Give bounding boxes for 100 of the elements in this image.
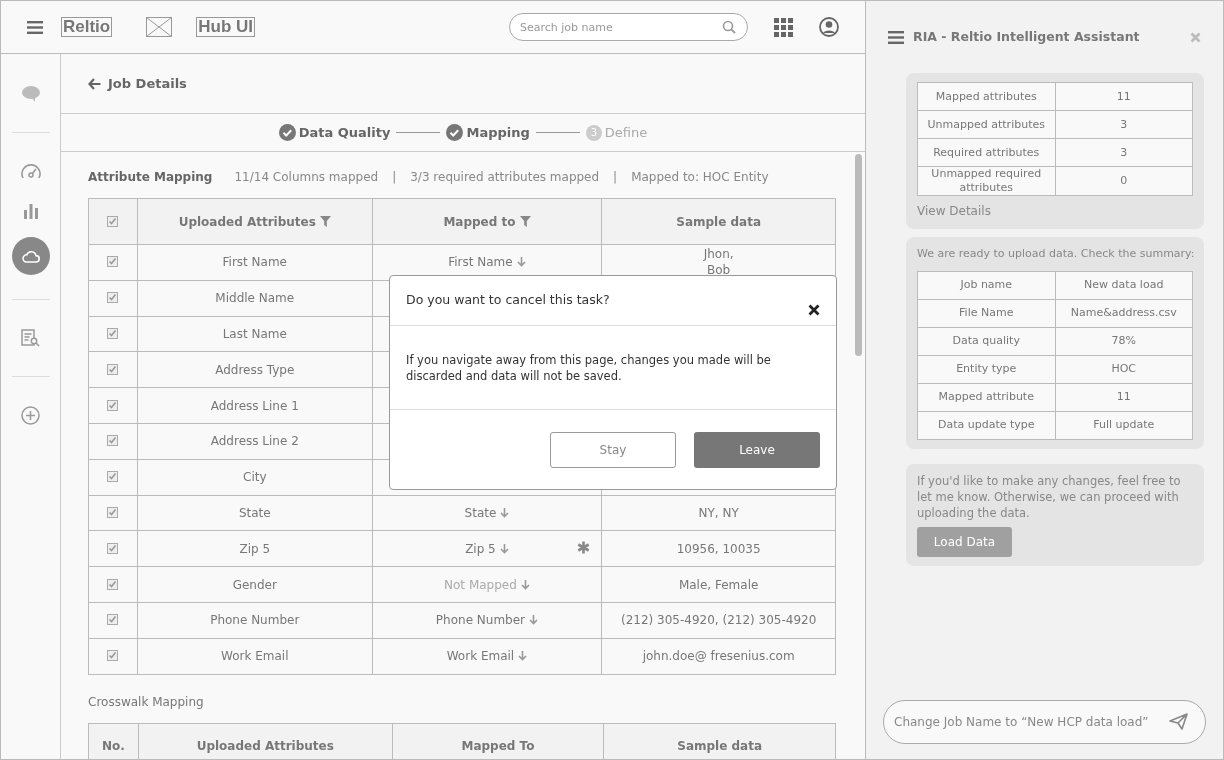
down-arrow-icon[interactable] bbox=[499, 543, 509, 554]
back-arrow-icon[interactable] bbox=[88, 77, 101, 90]
dialog-button[interactable]: Stay bbox=[550, 431, 676, 468]
section-title: Attribute Mapping bbox=[88, 169, 213, 186]
table-cell: Male, Female bbox=[601, 566, 836, 603]
step-label[interactable]: Define bbox=[604, 122, 648, 143]
column-header: No. bbox=[88, 723, 139, 759]
checkbox[interactable] bbox=[107, 399, 119, 411]
down-arrow-icon[interactable] bbox=[520, 579, 530, 590]
nav-item[interactable] bbox=[11, 237, 50, 275]
bar-chart-icon bbox=[22, 203, 39, 219]
stat-text: 11/14 Columns mapped bbox=[234, 169, 379, 186]
column-header[interactable]: Sample data bbox=[601, 198, 836, 245]
add-circle-icon bbox=[21, 405, 40, 425]
checkbox[interactable] bbox=[107, 471, 119, 483]
close-icon[interactable] bbox=[808, 303, 820, 316]
checkbox[interactable] bbox=[107, 435, 119, 447]
checkbox[interactable] bbox=[107, 650, 119, 662]
checkbox[interactable] bbox=[107, 256, 119, 268]
checkbox[interactable] bbox=[107, 542, 119, 554]
checkbox[interactable] bbox=[107, 215, 119, 227]
checkbox[interactable] bbox=[107, 614, 119, 626]
stat-text: 3/3 required attributes mapped bbox=[410, 169, 600, 186]
step-label[interactable]: Mapping bbox=[466, 122, 530, 143]
table-cell: Job name bbox=[917, 271, 1055, 299]
menu-icon[interactable] bbox=[888, 31, 904, 44]
dialog-button[interactable]: Leave bbox=[694, 431, 820, 468]
checkbox[interactable] bbox=[107, 363, 119, 375]
table-cell: Last Name bbox=[137, 316, 373, 352]
table-cell: File Name bbox=[917, 299, 1055, 327]
table-cell: Name&address.csv bbox=[1055, 299, 1193, 327]
cloud-icon bbox=[21, 249, 40, 263]
view-details-link[interactable]: View Details bbox=[917, 202, 991, 220]
down-arrow-icon[interactable] bbox=[529, 615, 539, 626]
table-cell: Address Line 1 bbox=[137, 387, 373, 424]
user-avatar-icon[interactable] bbox=[819, 17, 839, 37]
column-header: Sample data bbox=[603, 723, 836, 759]
table-cell: john.doe@ fresenius.com bbox=[601, 638, 836, 675]
column-header: Mapped To bbox=[392, 723, 604, 759]
checkbox[interactable] bbox=[107, 506, 119, 518]
table-cell: Data quality bbox=[917, 327, 1055, 355]
scrollbar-thumb[interactable] bbox=[855, 154, 862, 356]
table-cell: Middle Name bbox=[137, 280, 373, 317]
chat-bubble-icon bbox=[20, 85, 41, 103]
table-cell: (212) 305-4920, (212) 305-4920 bbox=[601, 602, 836, 639]
check-circle-icon bbox=[278, 124, 296, 141]
table-cell: First Name bbox=[137, 244, 373, 281]
table-cell: Data update type bbox=[917, 411, 1055, 439]
table-cell: Unmapped attributes bbox=[917, 110, 1055, 139]
filter-icon[interactable] bbox=[319, 216, 331, 227]
table-cell: 0 bbox=[1055, 166, 1193, 196]
image-placeholder-icon bbox=[146, 17, 173, 37]
table-cell: 3 bbox=[1055, 110, 1193, 139]
search-icon[interactable] bbox=[722, 20, 736, 34]
table-cell: Unmapped required attributes bbox=[917, 166, 1055, 196]
table-cell: Mapped attributes bbox=[917, 82, 1055, 111]
table-cell: Work Email bbox=[137, 638, 373, 675]
gauge-icon bbox=[19, 162, 42, 180]
table-cell: 3 bbox=[1055, 138, 1193, 167]
table-cell: HOC bbox=[1055, 355, 1193, 383]
apps-grid-icon[interactable] bbox=[774, 17, 793, 37]
table-cell: 10956, 10035 bbox=[601, 530, 836, 567]
message-text: If you'd like to make any changes, feel free to let me know. Otherwise, we can proceed with uploading the data. bbox=[917, 472, 1182, 521]
step-label[interactable]: Data Quality bbox=[298, 122, 391, 143]
chat-input[interactable]: Change Job Name to “New HCP data load” bbox=[883, 700, 1206, 744]
down-arrow-icon[interactable] bbox=[500, 507, 510, 518]
table-cell: Phone Number bbox=[137, 602, 373, 639]
document-search-icon bbox=[21, 329, 40, 347]
stat-text: | bbox=[392, 169, 397, 186]
table-cell: New data load bbox=[1055, 271, 1193, 299]
table-cell: 78% bbox=[1055, 327, 1193, 355]
dialog-message: If you navigate away from this page, changes you made will be discarded and data will not be saved. bbox=[406, 351, 772, 384]
table-cell: 11 bbox=[1055, 82, 1193, 111]
down-arrow-icon[interactable] bbox=[516, 257, 526, 268]
menu-icon[interactable] bbox=[27, 20, 43, 34]
table-cell: Mapped attribute bbox=[917, 383, 1055, 411]
send-icon[interactable] bbox=[1169, 713, 1188, 730]
stat-text: | bbox=[613, 169, 618, 186]
table-cell: State bbox=[137, 495, 373, 531]
dialog-title: Do you want to cancel this task? bbox=[406, 291, 610, 310]
column-header[interactable]: Uploaded Attributes bbox=[137, 198, 373, 245]
logo: Reltio bbox=[61, 17, 113, 37]
column-header[interactable]: Mapped to bbox=[372, 198, 602, 245]
filter-icon[interactable] bbox=[519, 216, 531, 227]
page-title: Job Details bbox=[108, 74, 187, 93]
checkbox[interactable] bbox=[107, 328, 119, 339]
checkbox[interactable] bbox=[107, 292, 119, 304]
table-cell: Required attributes bbox=[917, 138, 1055, 167]
load-data-button[interactable]: Load Data bbox=[917, 526, 1012, 557]
table-cell: Zip 5 bbox=[137, 530, 373, 567]
down-arrow-icon[interactable] bbox=[518, 651, 528, 662]
search-field[interactable]: Search job name bbox=[509, 13, 748, 41]
app-name: Hub UI bbox=[196, 17, 255, 37]
table-cell: Address Line 2 bbox=[137, 423, 373, 460]
message-text: We are ready to upload data. Check the summary: bbox=[917, 246, 1193, 262]
section-title: Crosswalk Mapping bbox=[88, 693, 205, 711]
table-cell: Zip 5 bbox=[372, 530, 602, 567]
table-cell: NY, NY bbox=[601, 495, 836, 531]
checkbox[interactable] bbox=[107, 578, 119, 590]
panel-title: RIA - Reltio Intelligent Assistant bbox=[913, 28, 1140, 47]
